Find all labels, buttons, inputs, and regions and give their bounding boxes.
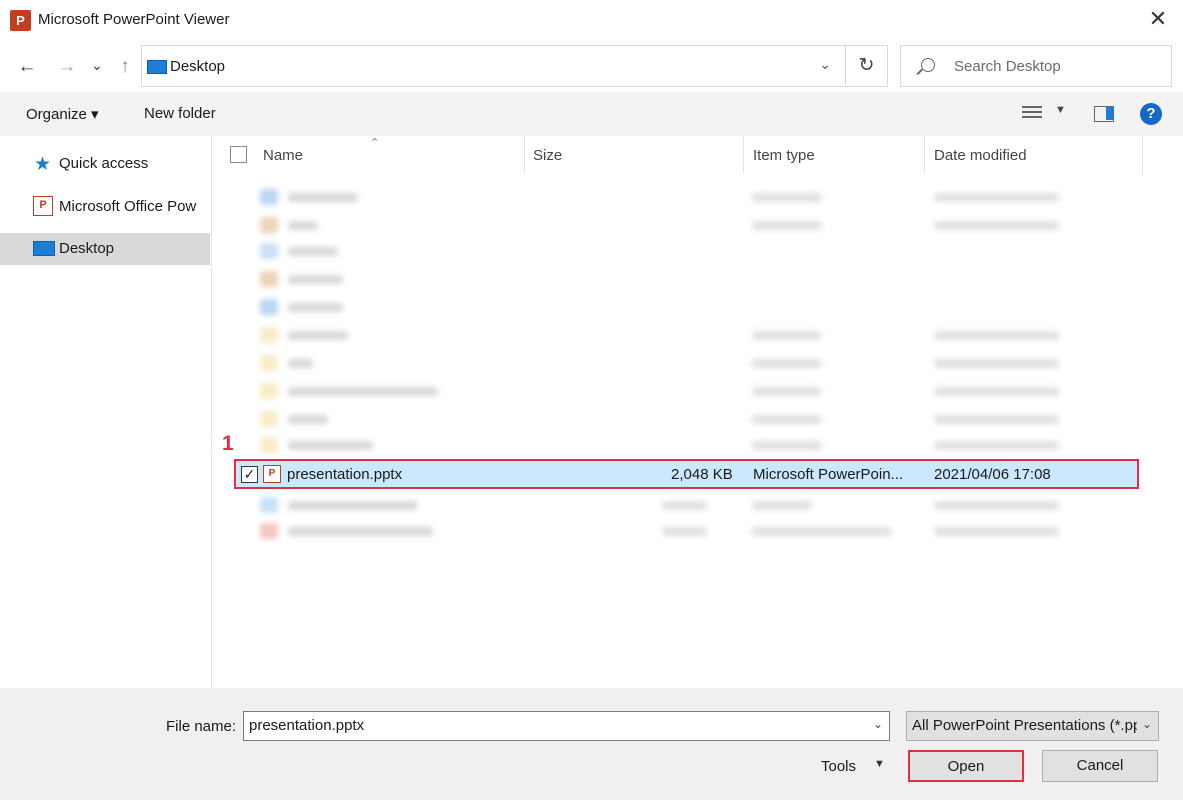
tools-dropdown-icon[interactable]: ▼	[874, 758, 885, 770]
file-icon	[260, 497, 278, 513]
sidebar-item-label: Microsoft Office Pow	[59, 198, 197, 215]
open-button[interactable]: Open	[908, 750, 1024, 782]
column-divider[interactable]	[743, 136, 744, 174]
column-header-size[interactable]: Size	[533, 147, 562, 164]
column-divider[interactable]	[1142, 136, 1143, 174]
file-icon	[260, 523, 278, 539]
sidebar-item-label: Quick access	[59, 155, 149, 172]
search-placeholder: Search Desktop	[954, 58, 1061, 75]
chevron-down-icon[interactable]: ⌄	[1142, 717, 1152, 731]
step-marker-1: 1	[222, 432, 234, 455]
chevron-down-icon[interactable]: ⌄	[873, 717, 883, 731]
list-item[interactable]	[252, 322, 1132, 350]
file-name-input[interactable]: presentation.pptx ⌄	[243, 711, 890, 741]
file-icon	[260, 299, 278, 315]
back-arrow-icon[interactable]: ←	[14, 54, 40, 80]
view-dropdown-icon[interactable]: ▼	[1055, 104, 1066, 116]
folder-icon	[260, 355, 278, 371]
sidebar-item-quick-access[interactable]: ★ Quick access	[0, 148, 210, 180]
sidebar-item-microsoft-office[interactable]: P Microsoft Office Pow	[0, 191, 210, 223]
search-icon	[921, 58, 935, 72]
sidebar-item-label: Desktop	[59, 240, 115, 257]
close-icon[interactable]: ✕	[1145, 6, 1171, 32]
file-size-cell: 2,048 KB	[671, 466, 733, 483]
sort-ascending-icon: ⌃	[370, 137, 380, 149]
list-item[interactable]	[252, 238, 1132, 266]
file-type-cell: Microsoft PowerPoin...	[753, 466, 904, 483]
powerpoint-icon: P	[33, 196, 53, 216]
list-item[interactable]	[252, 518, 1132, 546]
search-box[interactable]: Search Desktop	[900, 45, 1172, 87]
file-list: ⌃ Name Size Item type Date modified ✓ P …	[212, 136, 1183, 688]
refresh-icon[interactable]: ↻	[846, 45, 888, 87]
list-item[interactable]	[252, 406, 1132, 434]
window-title: Microsoft PowerPoint Viewer	[38, 11, 230, 28]
title-bar: P Microsoft PowerPoint Viewer ✕	[0, 0, 1183, 42]
new-folder-button[interactable]: New folder	[144, 105, 216, 122]
navigation-bar: ← → ⌄ ↑ Desktop ⌄ ↻ Search Desktop	[0, 42, 1183, 92]
file-name-value: presentation.pptx	[249, 717, 365, 734]
address-text: Desktop	[170, 58, 226, 75]
file-name-label: File name:	[166, 718, 237, 735]
file-icon	[260, 271, 278, 287]
list-item[interactable]	[252, 432, 1132, 460]
list-item[interactable]	[252, 350, 1132, 378]
cancel-button[interactable]: Cancel	[1042, 750, 1158, 782]
list-item[interactable]	[252, 212, 1132, 240]
tools-button[interactable]: Tools	[821, 758, 856, 775]
help-icon[interactable]: ?	[1140, 103, 1162, 125]
row-checkbox[interactable]: ✓	[241, 466, 258, 483]
address-bar[interactable]: Desktop ⌄	[141, 45, 846, 87]
list-item[interactable]	[252, 184, 1132, 212]
file-icon	[260, 189, 278, 205]
column-header-name[interactable]: Name	[263, 147, 303, 164]
folder-icon	[260, 327, 278, 343]
dialog-footer: File name: presentation.pptx ⌄ All Power…	[0, 688, 1183, 800]
list-item[interactable]	[252, 378, 1132, 406]
desktop-icon	[33, 241, 55, 256]
powerpoint-file-icon: P	[263, 465, 281, 483]
forward-arrow-icon[interactable]: →	[54, 54, 80, 80]
list-item[interactable]	[252, 266, 1132, 294]
sidebar-item-desktop[interactable]: Desktop	[0, 233, 210, 265]
list-item[interactable]	[252, 294, 1132, 322]
organize-button[interactable]: Organize ▾	[26, 105, 99, 123]
desktop-icon	[147, 60, 167, 74]
selected-file-row[interactable]: ✓ P presentation.pptx 2,048 KB Microsoft…	[234, 459, 1139, 489]
view-options-icon[interactable]	[1022, 106, 1042, 122]
command-toolbar: Organize ▾ New folder ▼ ?	[0, 92, 1183, 136]
column-divider[interactable]	[524, 136, 525, 174]
column-divider[interactable]	[924, 136, 925, 174]
folder-icon	[260, 437, 278, 453]
folder-icon	[260, 411, 278, 427]
powerpoint-app-icon: P	[10, 10, 31, 31]
list-item[interactable]	[252, 492, 1132, 520]
file-type-value: All PowerPoint Presentations (*.pptx	[912, 717, 1137, 734]
column-header-date[interactable]: Date modified	[934, 147, 1027, 164]
navigation-pane: ★ Quick access P Microsoft Office Pow De…	[0, 136, 212, 688]
folder-icon	[260, 383, 278, 399]
preview-pane-icon[interactable]	[1094, 106, 1114, 122]
file-date-cell: 2021/04/06 17:08	[934, 466, 1051, 483]
up-arrow-icon[interactable]: ↑	[112, 54, 138, 80]
file-type-select[interactable]: All PowerPoint Presentations (*.pptx ⌄	[906, 711, 1159, 741]
column-header-type[interactable]: Item type	[753, 147, 815, 164]
chevron-down-icon[interactable]: ⌄	[819, 56, 831, 73]
file-icon	[260, 243, 278, 259]
star-icon: ★	[34, 154, 52, 175]
file-icon	[260, 217, 278, 233]
select-all-checkbox[interactable]	[230, 146, 247, 163]
file-name-cell: presentation.pptx	[287, 466, 403, 483]
recent-locations-icon[interactable]: ⌄	[88, 52, 106, 78]
